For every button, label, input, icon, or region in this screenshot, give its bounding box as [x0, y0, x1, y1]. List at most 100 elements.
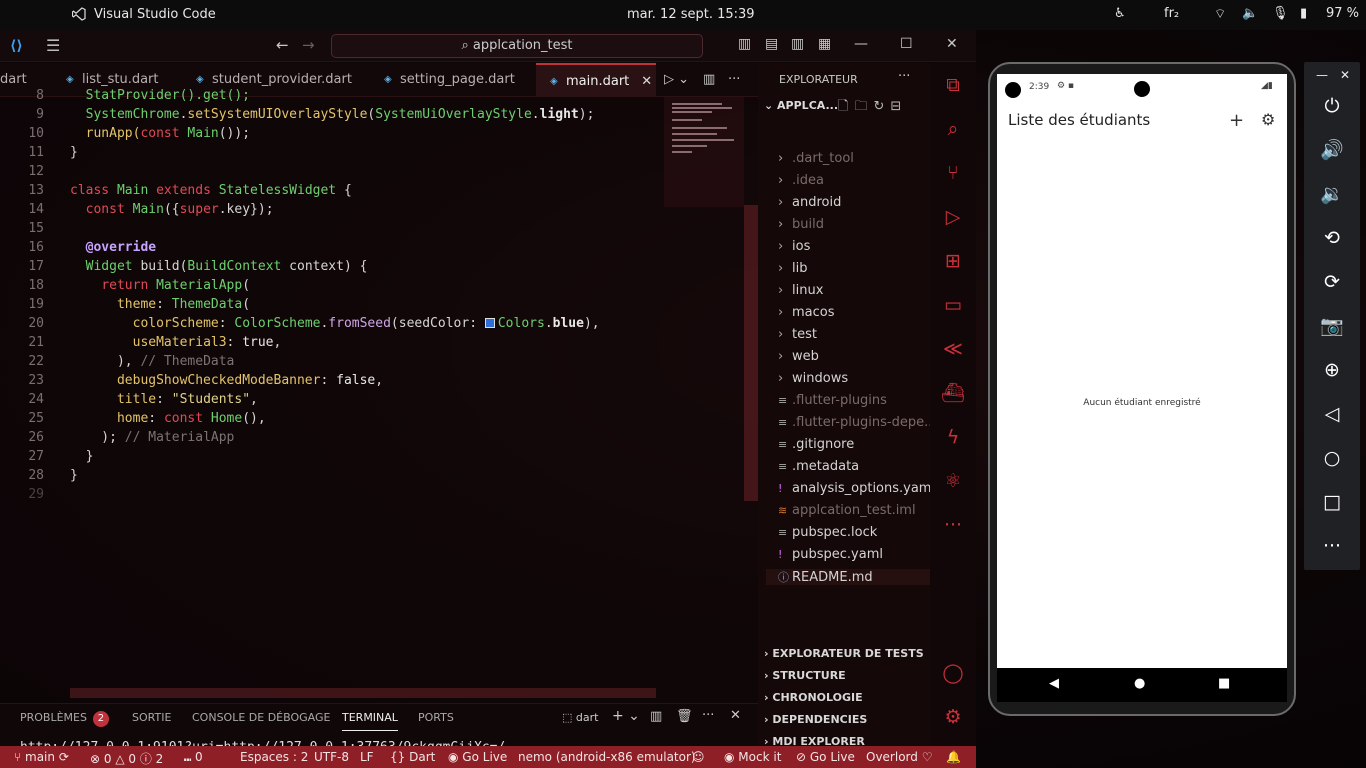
active-app-name[interactable]: Visual Studio Code	[94, 7, 216, 22]
search-icon[interactable]: ⌕	[941, 117, 965, 141]
rotate-left-icon[interactable]: ⟲	[1318, 224, 1346, 252]
new-file-icon[interactable]: 🗋	[838, 99, 854, 114]
close-panel-icon[interactable]: ✕	[730, 708, 741, 723]
screenshot-camera-icon[interactable]: 📷	[1318, 312, 1346, 340]
back-arrow-icon[interactable]: ←	[276, 36, 289, 54]
android-home-icon[interactable]: ●	[1134, 676, 1145, 691]
toggle-panel-icon[interactable]: ▤	[765, 36, 778, 52]
code-editor[interactable]: 8 StatProvider().get(); 9 SystemChrome. s…	[0, 88, 758, 697]
extensions-icon[interactable]: ⊞	[941, 249, 965, 273]
tab-main[interactable]: ◈ main.dart ✕	[536, 63, 656, 97]
volume-icon[interactable]: 🔈	[1242, 6, 1258, 21]
folder-item[interactable]: › test	[778, 327, 817, 342]
language-indicator[interactable]: {} Dart	[390, 750, 435, 764]
folder-item[interactable]: › lib	[778, 261, 807, 276]
ports-indicator[interactable]: ⑉ 0	[184, 750, 203, 764]
go-live-second[interactable]: ⊘ Go Live	[796, 750, 855, 764]
toggle-sidebar-icon[interactable]: ▥	[738, 36, 751, 52]
device-indicator[interactable]: nemo (android-x86 emulator)	[518, 750, 696, 764]
microphone-icon[interactable]: 🎙	[1272, 6, 1289, 21]
go-live-indicator[interactable]: ◉ Go Live	[448, 750, 507, 764]
system-clock[interactable]: mar. 12 sept. 15:39	[627, 7, 755, 22]
collapse-all-icon[interactable]: ⊟	[890, 99, 907, 114]
back-icon[interactable]: ◁	[1318, 400, 1346, 428]
zoom-icon[interactable]: ⊕	[1318, 356, 1346, 384]
android-recents-icon[interactable]: ■	[1218, 676, 1230, 691]
explorer-section[interactable]: › EXPLORATEUR DE TESTS	[764, 647, 924, 660]
refresh-icon[interactable]: ↻	[873, 99, 890, 114]
maximize-window-button[interactable]: ☐	[900, 36, 913, 52]
file-item[interactable]: ≡ .flutter-plugins	[778, 393, 887, 408]
notifications-icon[interactable]: 🔔	[946, 750, 961, 764]
thunder-client-icon[interactable]: ϟ	[941, 425, 965, 449]
folder-item[interactable]: › macos	[778, 305, 835, 320]
account-icon[interactable]: ◯	[941, 661, 965, 685]
customize-layout-icon[interactable]: ▦	[818, 36, 831, 52]
toggle-secondary-sidebar-icon[interactable]: ▥	[791, 36, 804, 52]
folder-item[interactable]: › .dart_tool	[778, 151, 854, 166]
settings-gear-icon[interactable]: ⚙	[941, 705, 965, 729]
more-actions-icon[interactable]: ···	[728, 72, 740, 87]
command-center-search[interactable]: ⌕ applcation_test	[331, 34, 703, 58]
remote-explorer-icon[interactable]: ▭	[941, 293, 965, 317]
tab-terminal[interactable]: TERMINAL	[342, 711, 398, 731]
branch-indicator[interactable]: ⑂ main ⟳	[14, 750, 69, 764]
overview-icon[interactable]: □	[1318, 488, 1346, 516]
more-views-icon[interactable]: ···	[941, 513, 965, 537]
minimize-window-button[interactable]: —	[854, 36, 868, 52]
battery-icon[interactable]: ▮	[1300, 6, 1307, 21]
minimap[interactable]	[664, 97, 744, 207]
theme-indicator[interactable]: Overlord ♡	[866, 750, 932, 764]
file-item[interactable]: ≡ pubspec.lock	[778, 525, 877, 540]
explorer-section[interactable]: › STRUCTURE	[764, 669, 846, 682]
forward-arrow-icon[interactable]: →	[302, 36, 315, 54]
tab-setting-page[interactable]: ◈ setting_page.dart	[382, 63, 515, 97]
new-folder-icon[interactable]: 🗀	[854, 99, 873, 114]
mock-it-indicator[interactable]: ◉ Mock it	[724, 750, 781, 764]
tab-ports[interactable]: PORTS	[418, 711, 454, 724]
volume-up-icon[interactable]: 🔊	[1318, 136, 1346, 164]
add-student-icon[interactable]: +	[1229, 110, 1244, 131]
close-tab-icon[interactable]: ✕	[641, 74, 652, 89]
split-editor-icon[interactable]: ▥	[703, 72, 715, 87]
power-icon[interactable]: ⏻	[1318, 92, 1346, 120]
copilot-icon[interactable]: ☺	[692, 750, 705, 764]
rotate-right-icon[interactable]: ⟳	[1318, 268, 1346, 296]
close-window-button[interactable]: ✕	[946, 36, 958, 52]
keyboard-layout[interactable]: fr₂	[1164, 6, 1179, 21]
run-icon[interactable]: ▷ ⌄	[664, 72, 689, 87]
editor-horizontal-scrollbar[interactable]	[70, 688, 656, 698]
folder-item[interactable]: › windows	[778, 371, 848, 386]
file-item[interactable]: ≋ applcation_test.iml	[778, 503, 916, 518]
kill-terminal-icon[interactable]: 🗑	[676, 709, 693, 724]
file-item[interactable]: ≡ .metadata	[778, 459, 859, 474]
volume-down-icon[interactable]: 🔉	[1318, 180, 1346, 208]
emulator-screen[interactable]: 2:39 ⚙ ▪ ◢▮ Liste des étudiants + ⚙ Aucu…	[997, 74, 1287, 668]
indentation-indicator[interactable]: Espaces : 2	[240, 750, 308, 764]
file-item[interactable]: ≡ .flutter-plugins-depe...	[778, 415, 937, 430]
android-back-icon[interactable]: ◀	[1049, 676, 1059, 691]
docker-icon[interactable]: ⛴	[941, 381, 965, 405]
workspace-root[interactable]: ⌄ APPLCA...	[764, 99, 838, 112]
file-item[interactable]: ! analysis_options.yaml	[778, 481, 935, 496]
folder-item[interactable]: › linux	[778, 283, 823, 298]
tab-debug-console[interactable]: CONSOLE DE DÉBOGAGE	[192, 711, 330, 724]
explorer-files-icon[interactable]: ⧉	[941, 73, 965, 97]
folder-item[interactable]: › android	[778, 195, 841, 210]
run-debug-icon[interactable]: ▷	[941, 205, 965, 229]
more-options-icon[interactable]: ···	[1318, 532, 1346, 560]
encoding-indicator[interactable]: UTF-8	[314, 750, 349, 764]
folder-item[interactable]: › web	[778, 349, 819, 364]
emulator-close-icon[interactable]: ✕	[1340, 68, 1350, 82]
accessibility-icon[interactable]: ♿	[1114, 6, 1126, 21]
react-icon[interactable]: ⚛	[941, 469, 965, 493]
home-icon[interactable]: ○	[1318, 444, 1346, 472]
menu-icon[interactable]: ☰	[46, 36, 60, 55]
color-swatch-icon[interactable]	[484, 318, 495, 328]
split-terminal-icon[interactable]: ▥	[650, 709, 662, 724]
problems-indicator[interactable]: ⊗ 0 △ 0 ⓘ 2	[90, 750, 163, 767]
explorer-more-icon[interactable]: ···	[898, 69, 910, 84]
folder-item[interactable]: › .idea	[778, 173, 824, 188]
flutter-icon[interactable]: ≪	[941, 337, 965, 361]
terminal-selector[interactable]: ⬚ dart	[562, 711, 598, 724]
